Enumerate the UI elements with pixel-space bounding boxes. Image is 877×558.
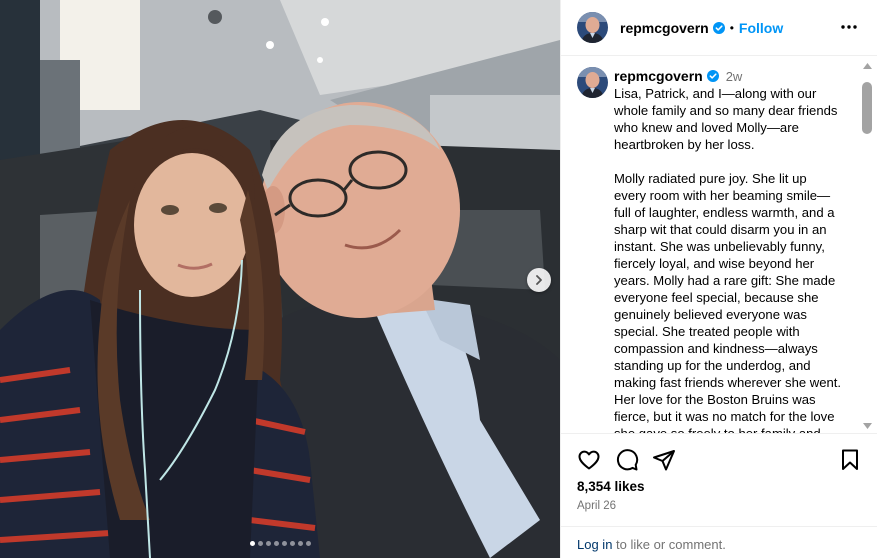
post-header: repmcgovern • Follow xyxy=(561,0,877,56)
login-prompt-text: to like or comment. xyxy=(612,537,726,552)
heart-icon xyxy=(578,450,600,470)
action-icon-row xyxy=(577,448,862,472)
chevron-right-icon xyxy=(536,275,542,285)
carousel-dot xyxy=(265,541,271,546)
carousel-dot xyxy=(281,541,287,546)
save-button[interactable] xyxy=(838,448,862,472)
like-button[interactable] xyxy=(577,448,601,472)
bookmark-icon xyxy=(842,449,858,470)
carousel-dot xyxy=(289,541,295,546)
carousel-next-button[interactable] xyxy=(527,268,551,292)
caption-scroll-area[interactable]: repmcgovern 2w Lisa, Patrick, and I—alon… xyxy=(561,57,877,433)
more-options-button[interactable] xyxy=(840,18,858,36)
carousel-indicator xyxy=(0,541,560,546)
caption-avatar[interactable] xyxy=(577,67,608,98)
scrollbar-thumb[interactable] xyxy=(862,82,872,134)
scroll-up-arrow-icon[interactable] xyxy=(861,60,873,72)
more-horizontal-icon xyxy=(841,25,857,29)
verified-badge-icon xyxy=(712,21,725,34)
comment-icon xyxy=(616,449,639,471)
comment-button[interactable] xyxy=(615,448,639,472)
avatar[interactable] xyxy=(577,12,608,43)
post-photo[interactable] xyxy=(0,0,560,558)
post-actions: 8,354 likes April 26 Log in to like or c… xyxy=(561,433,877,558)
caption-scrollbar[interactable] xyxy=(861,60,873,432)
scroll-down-arrow-icon[interactable] xyxy=(861,420,873,432)
header-separator: • xyxy=(729,20,734,35)
login-prompt: Log in to like or comment. xyxy=(561,526,877,558)
follow-button[interactable]: Follow xyxy=(739,20,783,36)
caption-paragraph-1: Lisa, Patrick, and I—along with our whol… xyxy=(614,86,838,152)
post-side-panel: repmcgovern • Follow repmcgovern 2w Lisa… xyxy=(560,0,877,558)
post-timestamp[interactable]: 2w xyxy=(726,69,743,84)
share-icon xyxy=(653,450,675,471)
profile-photo-icon xyxy=(577,67,608,98)
caption-paragraph-2: Molly radiated pure joy. She lit up ever… xyxy=(614,171,842,433)
selfie-image xyxy=(0,0,560,558)
carousel-dot xyxy=(249,541,255,546)
likes-count[interactable]: 8,354 likes xyxy=(577,479,645,494)
carousel-dot xyxy=(305,541,311,546)
post-date[interactable]: April 26 xyxy=(577,500,616,512)
carousel-dot xyxy=(273,541,279,546)
profile-photo-icon xyxy=(577,12,608,43)
verified-badge-icon xyxy=(706,70,719,82)
carousel-dot xyxy=(297,541,303,546)
caption: repmcgovern 2w Lisa, Patrick, and I—alon… xyxy=(577,67,857,433)
login-link[interactable]: Log in xyxy=(577,537,612,552)
caption-username[interactable]: repmcgovern xyxy=(614,68,703,84)
share-button[interactable] xyxy=(652,448,676,472)
header-username[interactable]: repmcgovern xyxy=(620,20,709,36)
carousel-dot xyxy=(257,541,263,546)
